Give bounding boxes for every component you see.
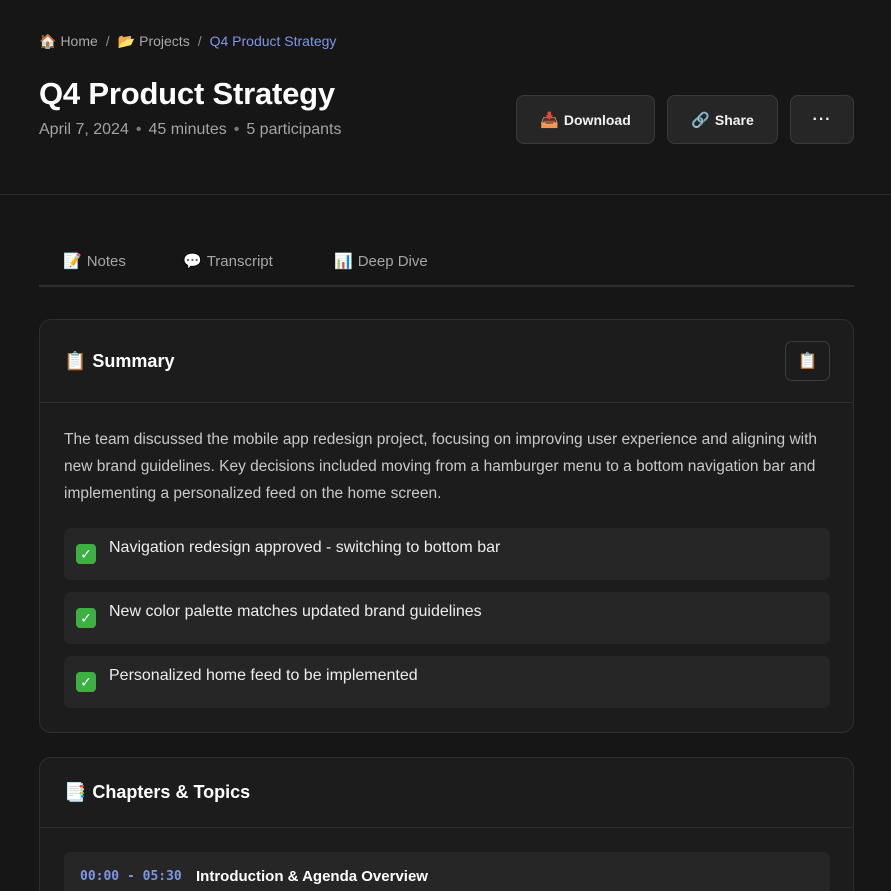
meeting-page: 🏠 Home / 📂 Projects / Q4 Product Strateg… — [0, 0, 891, 891]
chapters-header: 📑 Chapters & Topics — [40, 758, 853, 828]
tab-transcript[interactable]: 💬 Transcript — [183, 237, 273, 285]
meeting-meta: April 7, 2024 • 45 minutes • 5 participa… — [39, 121, 342, 139]
folder-icon: 📂 — [117, 32, 136, 49]
chapter-timestamp: 00:00 - 05:30 — [80, 869, 182, 884]
summary-header: 📋 Summary 📋 — [40, 320, 853, 403]
meeting-participants: 5 participants — [246, 121, 342, 138]
more-options-button[interactable]: ··· — [790, 95, 854, 144]
chapters-card: 📑 Chapters & Topics 00:00 - 05:30 Introd… — [39, 757, 854, 891]
summary-card: 📋 Summary 📋 The team discussed the mobil… — [39, 319, 854, 733]
decision-text: Navigation redesign approved - switching… — [109, 539, 501, 556]
home-icon: 🏠 — [39, 32, 57, 49]
tab-transcript-label: Transcript — [206, 252, 273, 270]
chapters-title: 📑 Chapters & Topics — [64, 782, 250, 803]
meeting-date: April 7, 2024 — [39, 121, 129, 138]
check-mark-icon: ✓ — [76, 544, 96, 564]
tab-deep-dive-label: Deep Dive — [357, 252, 428, 270]
copy-summary-button[interactable]: 📋 — [785, 341, 830, 381]
bookmark-tabs-icon: 📑 — [64, 782, 87, 802]
decision-text: New color palette matches updated brand … — [109, 603, 482, 620]
summary-title-label: Summary — [92, 351, 175, 371]
chapter-title: Introduction & Agenda Overview — [196, 868, 428, 885]
download-icon: 📥 — [540, 111, 559, 129]
check-mark-icon: ✓ — [76, 672, 96, 692]
breadcrumb-current: Q4 Product Strategy — [209, 33, 337, 49]
bar-chart-icon: 📊 — [334, 253, 353, 270]
decision-item: ✓ Navigation redesign approved - switchi… — [64, 528, 830, 580]
download-label: Download — [563, 111, 631, 128]
breadcrumb: 🏠 Home / 📂 Projects / Q4 Product Strateg… — [39, 31, 336, 51]
tab-bar: 📝 Notes 💬 Transcript 📊 Deep Dive — [39, 237, 854, 287]
meta-separator: • — [135, 121, 142, 138]
breadcrumb-separator: / — [197, 33, 202, 49]
link-icon: 🔗 — [691, 111, 710, 129]
speech-bubble-icon: 💬 — [183, 253, 202, 270]
chapter-item[interactable]: 00:00 - 05:30 Introduction & Agenda Over… — [64, 852, 830, 891]
memo-icon: 📝 — [63, 253, 82, 270]
tab-notes[interactable]: 📝 Notes — [63, 237, 126, 285]
meeting-duration: 45 minutes — [148, 121, 227, 138]
breadcrumb-home[interactable]: 🏠 Home — [39, 33, 98, 50]
summary-text: The team discussed the mobile app redesi… — [64, 431, 818, 502]
share-button[interactable]: 🔗 Share — [667, 95, 778, 144]
check-mark-icon: ✓ — [76, 608, 96, 628]
summary-title: 📋 Summary — [64, 351, 174, 372]
clipboard-icon: 📋 — [797, 353, 818, 370]
tab-deep-dive[interactable]: 📊 Deep Dive — [334, 237, 428, 285]
breadcrumb-separator: / — [105, 33, 110, 49]
clipboard-icon: 📋 — [64, 351, 87, 371]
page-header: 🏠 Home / 📂 Projects / Q4 Product Strateg… — [0, 0, 891, 195]
share-label: Share — [714, 111, 754, 128]
breadcrumb-projects-label: Projects — [139, 33, 190, 49]
decision-item: ✓ New color palette matches updated bran… — [64, 592, 830, 644]
breadcrumb-projects[interactable]: 📂 Projects — [118, 33, 190, 50]
decision-text: Personalized home feed to be implemented — [109, 667, 418, 684]
page-title: Q4 Product Strategy — [39, 76, 335, 111]
meta-separator: • — [233, 121, 240, 138]
decision-item: ✓ Personalized home feed to be implement… — [64, 656, 830, 708]
ellipsis-icon: ··· — [812, 110, 832, 128]
download-button[interactable]: 📥 Download — [516, 95, 655, 144]
breadcrumb-home-label: Home — [60, 33, 98, 49]
tab-notes-label: Notes — [86, 252, 126, 270]
chapters-title-label: Chapters & Topics — [92, 782, 251, 802]
